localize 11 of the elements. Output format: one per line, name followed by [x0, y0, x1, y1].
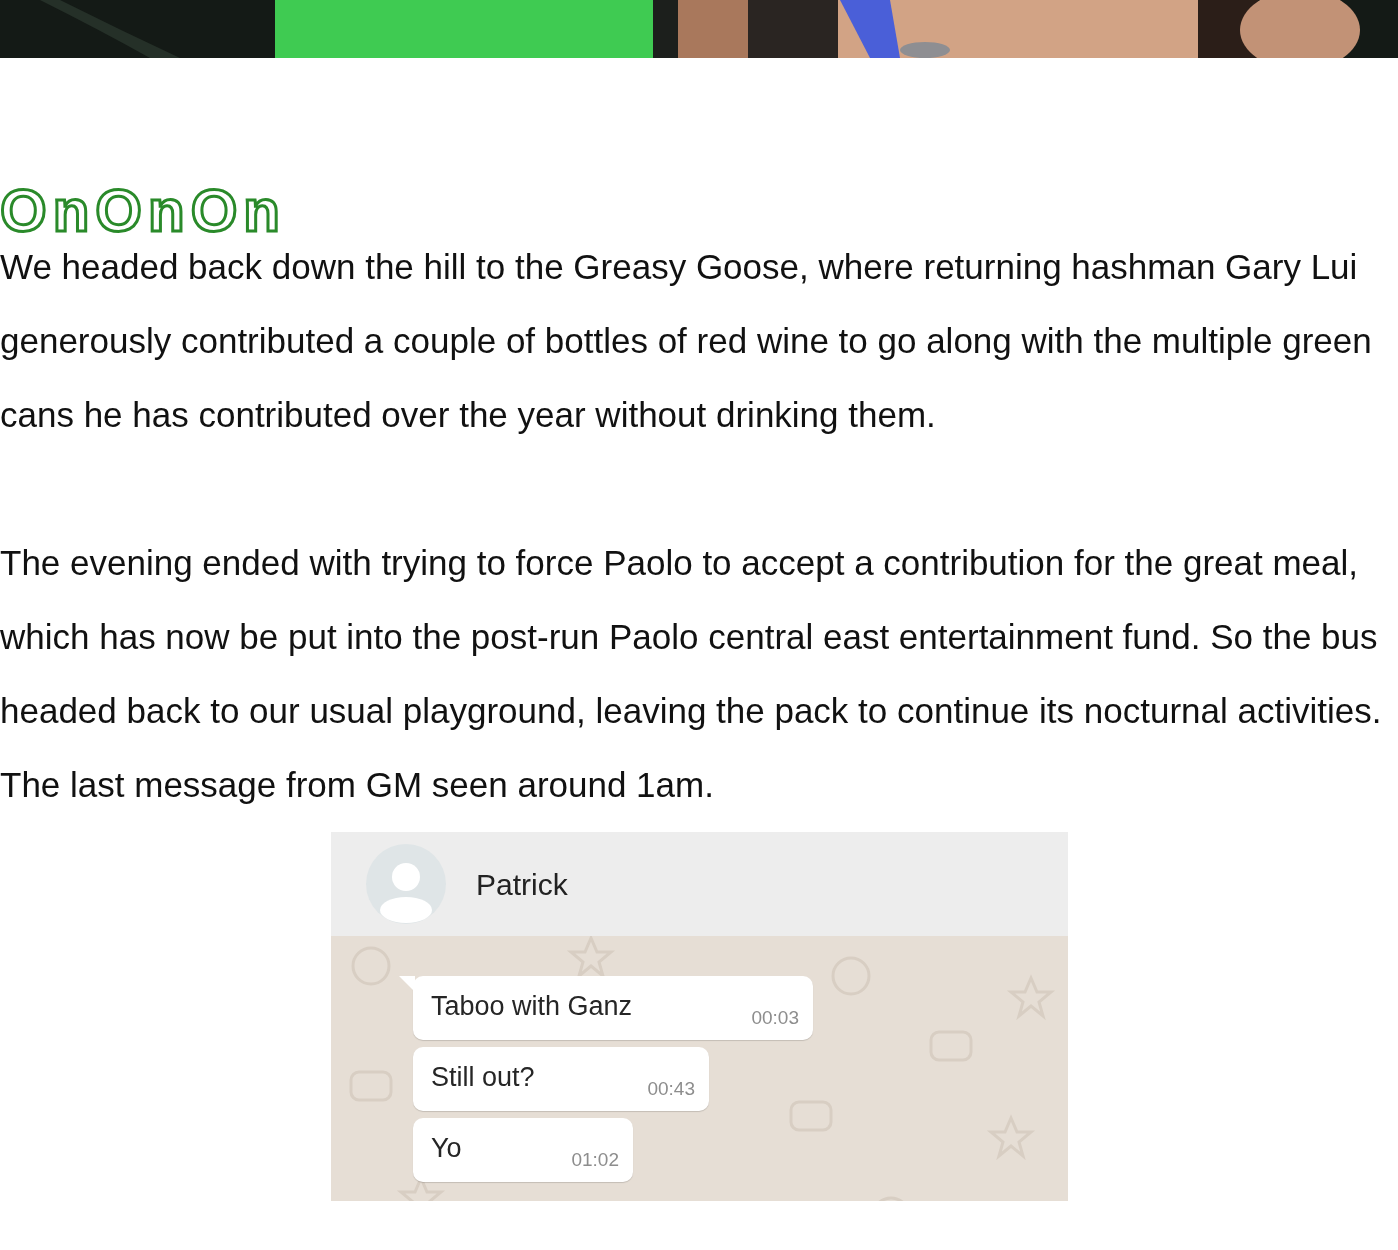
avatar-icon — [366, 844, 446, 924]
section-heading: OnOnOn — [0, 176, 286, 246]
paragraph: The evening ended with trying to force Paolo to accept a contribution for the great meal, which has now be put into the post-run Paolo central east entertainment fund. So the bus headed back to our usual playground, leaving the pack to continue its nocturnal activities. The last message from GM seen around 1am. — [0, 542, 1383, 806]
message-text: Still out? — [431, 1061, 535, 1094]
message-time: 00:03 — [751, 1005, 799, 1030]
contact-name: Patrick — [476, 866, 568, 903]
message-text: Taboo with Ganz — [431, 990, 633, 1023]
message-time: 00:43 — [647, 1076, 695, 1101]
message-text: Yo — [431, 1132, 462, 1165]
paragraph: We headed back down the hill to the Greasy Goose, where returning hashman Gary Lui generously contributed a couple of bottles of red wine to go along with the multiple green cans he has contributed over the year without drinking them. — [0, 246, 1373, 436]
message-time: 01:02 — [571, 1147, 619, 1172]
